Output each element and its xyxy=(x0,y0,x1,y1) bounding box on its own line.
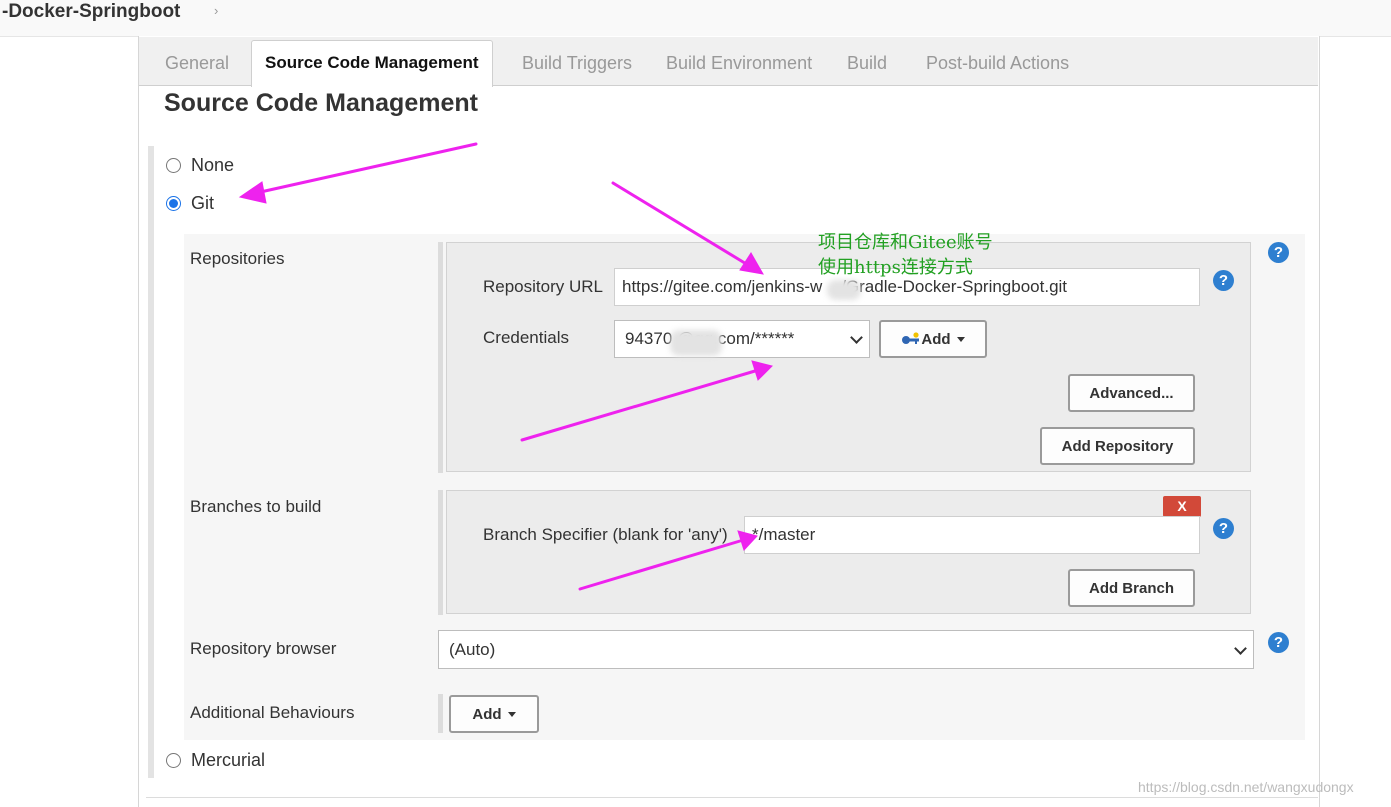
arrow-to-repository-url xyxy=(611,181,750,267)
arrow-to-credentials xyxy=(520,369,757,442)
watermark: https://blog.csdn.net/wangxudongx xyxy=(1138,779,1354,795)
arrowhead-icon xyxy=(751,360,773,381)
arrowhead-icon xyxy=(238,181,267,204)
arrow-to-branch-specifier xyxy=(578,539,742,591)
arrow-to-git xyxy=(254,142,478,195)
arrowhead-icon xyxy=(737,530,758,551)
annotation-arrows xyxy=(238,142,773,591)
